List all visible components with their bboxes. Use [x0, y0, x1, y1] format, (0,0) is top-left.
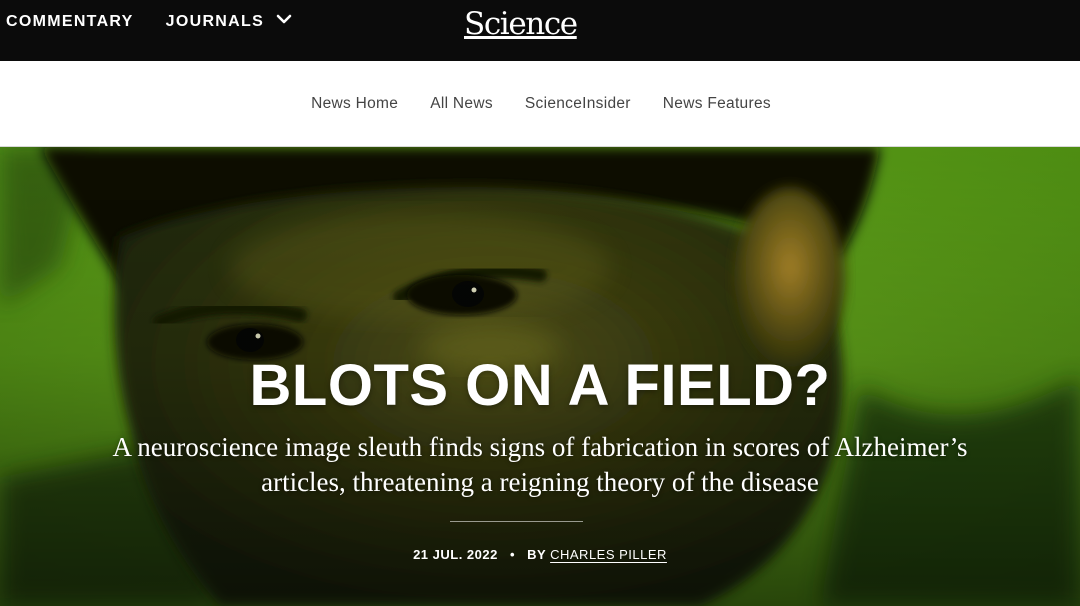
byline: 21 JUL. 2022 • BY CHARLES PILLER — [0, 547, 1080, 562]
nav-journals[interactable]: JOURNALS — [166, 13, 292, 31]
article-dek-line1: A neuroscience image sleuth finds signs … — [112, 432, 968, 462]
science-logo[interactable]: Science — [464, 4, 578, 44]
news-subnav: News Home All News ScienceInsider News F… — [0, 61, 1080, 147]
subnav-news-features[interactable]: News Features — [663, 95, 771, 113]
subnav-all-news[interactable]: All News — [430, 95, 493, 113]
chevron-down-icon[interactable] — [276, 12, 292, 30]
article-dek-line2: articles, threatening a reigning theory … — [261, 467, 819, 497]
author-link[interactable]: CHARLES PILLER — [550, 547, 667, 562]
subnav-news-home[interactable]: News Home — [311, 95, 398, 113]
primary-nav: COMMENTARY JOURNALS — [6, 13, 292, 31]
publish-date: 21 JUL. 2022 — [413, 547, 498, 562]
subnav-scienceinsider[interactable]: ScienceInsider — [525, 95, 631, 113]
article-dek: A neuroscience image sleuth finds signs … — [40, 430, 1040, 500]
top-bar: COMMENTARY JOURNALS Science — [0, 0, 1080, 61]
byline-by: BY — [527, 547, 546, 562]
nav-journals-label: JOURNALS — [165, 13, 265, 30]
nav-commentary[interactable]: COMMENTARY — [6, 13, 134, 31]
article-headline[interactable]: BLOTS ON A FIELD? — [0, 353, 1080, 419]
nav-commentary-label: COMMENTARY — [6, 13, 134, 30]
divider — [450, 521, 583, 522]
byline-separator: • — [509, 547, 516, 562]
hero-banner: BLOTS ON A FIELD? A neuroscience image s… — [0, 147, 1080, 606]
